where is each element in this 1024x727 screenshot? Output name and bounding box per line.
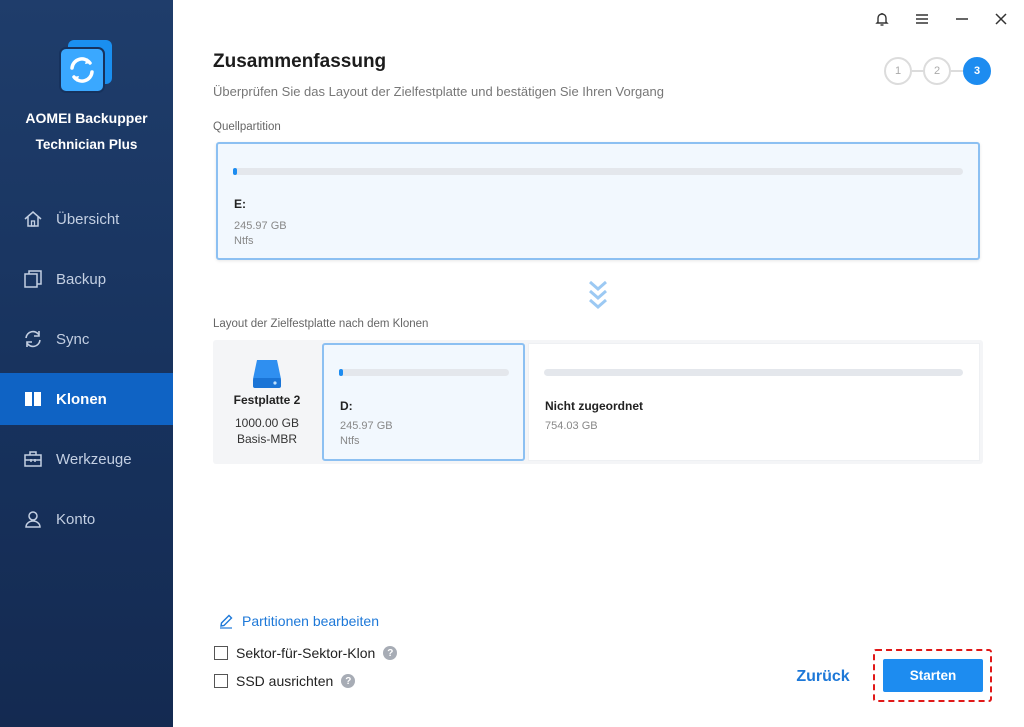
target-partition-card[interactable]: D: 245.97 GB Ntfs — [322, 343, 525, 461]
help-icon[interactable]: ? — [383, 646, 398, 660]
pencil-icon — [220, 614, 233, 629]
chevrons-down-icon — [589, 280, 607, 309]
notification-bell-icon[interactable] — [871, 8, 893, 30]
unallocated-bar — [544, 369, 963, 376]
partition-filesystem: Ntfs — [340, 435, 360, 447]
partition-size: 245.97 GB — [340, 420, 393, 432]
edit-partitions-link[interactable]: Partitionen bearbeiten — [218, 613, 379, 629]
unallocated-label: Nicht zugeordnet — [545, 399, 643, 413]
sidebar-item-clone[interactable]: Klonen — [0, 373, 173, 425]
source-partition-card[interactable]: E: 245.97 GB Ntfs — [216, 142, 980, 260]
back-button[interactable]: Zurück — [792, 665, 854, 689]
home-icon — [22, 208, 44, 230]
start-button[interactable]: Starten — [883, 659, 983, 692]
disk-type: Basis-MBR — [236, 432, 297, 446]
sidebar: AOMEI Backupper Technician Plus Übersich… — [0, 0, 173, 727]
toolbox-icon — [22, 448, 44, 470]
partition-filesystem: Ntfs — [234, 235, 254, 247]
sidebar-item-label: Werkzeuge — [56, 450, 132, 468]
ssd-align-label[interactable]: SSD ausrichten — [236, 673, 333, 689]
partition-size: 245.97 GB — [234, 220, 287, 232]
app-edition: Technician Plus — [35, 137, 138, 152]
sidebar-item-overview[interactable]: Übersicht — [0, 193, 173, 245]
partition-usage-bar — [233, 168, 963, 175]
sidebar-item-label: Konto — [56, 510, 96, 528]
sidebar-item-tools[interactable]: Werkzeuge — [0, 433, 173, 485]
minimize-icon[interactable] — [951, 8, 973, 30]
sidebar-item-label: Backup — [56, 270, 107, 288]
page-subtitle: Überprüfen Sie das Layout der Zielfestpl… — [213, 84, 664, 99]
menu-icon[interactable] — [911, 8, 933, 30]
sidebar-item-label: Klonen — [56, 390, 107, 408]
partition-letter: D: — [340, 399, 353, 413]
sector-clone-label[interactable]: Sektor-für-Sektor-Klon — [236, 645, 375, 661]
hard-disk-icon — [253, 360, 281, 388]
disk-size: 1000.00 GB — [234, 416, 300, 430]
sidebar-item-backup[interactable]: Backup — [0, 253, 173, 305]
unallocated-size: 754.03 GB — [545, 420, 598, 432]
close-icon[interactable] — [990, 8, 1012, 30]
edit-partitions-label: Partitionen bearbeiten — [242, 613, 379, 629]
backup-icon — [22, 268, 44, 290]
sector-clone-checkbox[interactable] — [214, 646, 228, 660]
help-icon[interactable]: ? — [341, 674, 356, 688]
sync-icon — [22, 328, 44, 350]
clone-icon — [22, 388, 44, 410]
disk-name: Festplatte 2 — [233, 393, 301, 407]
partition-letter: E: — [234, 197, 246, 211]
step-connector — [951, 70, 963, 72]
app-logo-icon — [59, 40, 112, 93]
step-indicator-1: 1 — [884, 57, 912, 85]
source-section-label: Quellpartition — [213, 121, 281, 133]
unallocated-space-card[interactable]: Nicht zugeordnet 754.03 GB — [528, 343, 980, 461]
partition-usage-bar — [339, 369, 509, 376]
user-icon — [22, 508, 44, 530]
target-section-label: Layout der Zielfestplatte nach dem Klone… — [213, 318, 429, 330]
app-name: AOMEI Backupper — [25, 110, 148, 126]
ssd-align-option: SSD ausrichten ? — [214, 673, 356, 689]
sidebar-item-account[interactable]: Konto — [0, 493, 173, 545]
page-title: Zusammenfassung — [213, 51, 387, 72]
step-indicator-2: 2 — [923, 57, 951, 85]
ssd-align-checkbox[interactable] — [214, 674, 228, 688]
sector-clone-option: Sektor-für-Sektor-Klon ? — [214, 645, 398, 661]
sidebar-item-label: Sync — [56, 330, 90, 348]
sidebar-item-sync[interactable]: Sync — [0, 313, 173, 365]
sidebar-item-label: Übersicht — [56, 210, 120, 228]
step-indicator-3: 3 — [963, 57, 991, 85]
